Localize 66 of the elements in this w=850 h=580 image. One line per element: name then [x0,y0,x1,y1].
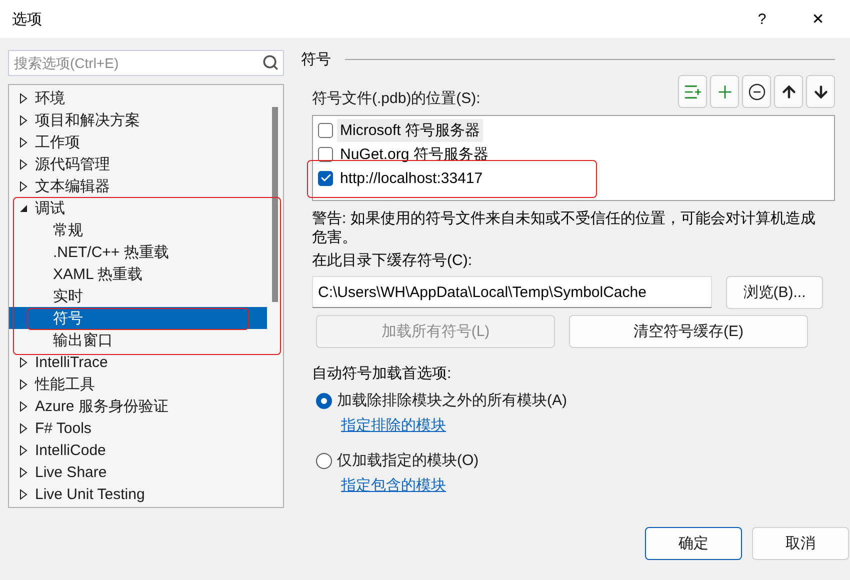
link[interactable]: 指定包含的模块 [341,476,446,495]
tree-item[interactable]: Azure 服务身份验证 [9,395,267,417]
expand-caret-icon[interactable] [19,136,28,148]
tree-item[interactable]: 工作项 [9,131,267,153]
expand-caret-icon[interactable] [19,400,28,412]
tree-item[interactable]: 源代码管理 [9,153,267,175]
warning-text: 警告: 如果使用的符号文件来自未知或不受信任的位置，可能会对计算机造成危害。 [312,209,816,247]
down-arrow-button[interactable] [806,75,835,108]
tree-item[interactable]: 环境 [9,87,267,109]
cancel-button[interactable]: 取消 [752,527,849,560]
browse-button[interactable]: 浏览(B)... [726,276,823,309]
expand-caret-icon[interactable] [19,180,28,192]
help-button[interactable]: ? [742,4,782,34]
add-list-button[interactable] [678,75,707,108]
expand-caret-icon[interactable] [19,114,28,126]
tree-item[interactable]: IntelliTrace [9,351,267,373]
add-button[interactable] [710,75,739,108]
radio-button[interactable] [316,392,332,408]
collapse-caret-icon[interactable] [19,202,28,214]
section-heading: 符号 [301,50,331,69]
cache-label: 在此目录下缓存符号(C): [312,251,473,270]
checkbox[interactable] [318,122,333,138]
tree-item[interactable]: 文本编辑器 [9,175,267,197]
expand-caret-icon[interactable] [19,356,28,368]
tree-item[interactable]: F# Tools [9,417,267,439]
locations-label: 符号文件(.pdb)的位置(S): [312,89,480,108]
tree-item[interactable]: IntelliCode [9,439,267,461]
tree-item[interactable]: .NET/C++ 热重载 [9,241,267,263]
close-button[interactable]: ✕ [798,4,838,34]
action-button[interactable]: 清空符号缓存(E) [569,315,808,348]
tree-item[interactable]: 输出窗口 [9,329,267,351]
tree-item[interactable]: Live Share [9,461,267,483]
down-arrow-icon [812,82,830,100]
ok-button[interactable]: 确定 [645,527,742,560]
cache-path-field[interactable]: C:\Users\WH\AppData\Local\Temp\SymbolCache [312,276,712,308]
tree-item[interactable]: 性能工具 [9,373,267,395]
tree-item[interactable]: XAML 热重载 [9,263,267,285]
up-arrow-button[interactable] [774,75,803,108]
expand-caret-icon[interactable] [19,92,28,104]
search-field[interactable]: 搜索选项(Ctrl+E) [8,50,284,76]
checkbox[interactable] [318,170,333,186]
search-icon [262,54,279,71]
tree-item[interactable]: Live Unit Testing [9,483,267,505]
tree-item[interactable]: 实时 [9,285,267,307]
expand-caret-icon[interactable] [19,466,28,478]
scrollbar-thumb[interactable] [272,107,278,302]
checkbox[interactable] [318,146,333,162]
location-item[interactable]: Microsoft 符号服务器 [337,118,484,142]
expand-caret-icon[interactable] [19,378,28,390]
radio-label: 仅加载指定的模块(O) [337,451,479,470]
window-title: 选项 [12,10,43,28]
expand-caret-icon[interactable] [19,158,28,170]
remove-button[interactable] [742,75,771,108]
tree-item[interactable]: 符号 [9,307,267,329]
tree-item[interactable]: 项目和解决方案 [9,109,267,131]
expand-caret-icon[interactable] [19,444,28,456]
expand-caret-icon[interactable] [19,488,28,500]
radio-label: 加载除排除模块之外的所有模块(A) [337,391,567,410]
remove-icon [748,82,766,100]
tree-item[interactable]: 调试 [9,197,267,219]
link[interactable]: 指定排除的模块 [341,416,446,435]
radio-button[interactable] [316,452,332,468]
expand-caret-icon[interactable] [19,422,28,434]
tree-item[interactable]: 常规 [9,219,267,241]
auto-load-label: 自动符号加载首选项: [312,364,452,383]
location-item[interactable]: http://localhost:33417 [337,168,486,188]
